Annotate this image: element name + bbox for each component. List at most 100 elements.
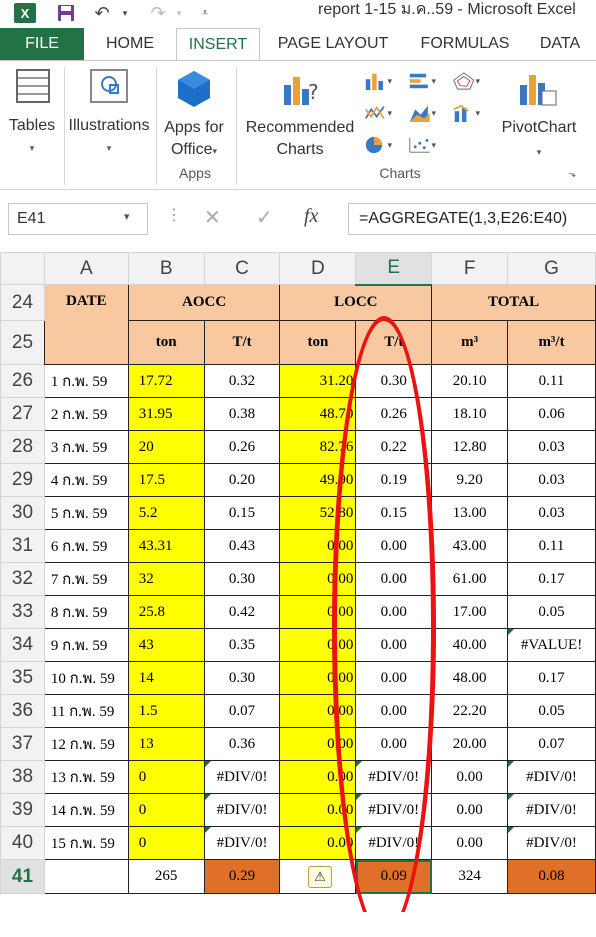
table-cell-g[interactable]: #DIV/0! [507, 760, 596, 794]
total-header[interactable]: TOTAL [431, 284, 596, 321]
table-cell-c[interactable]: 0.07 [203, 694, 281, 728]
table-cell-c[interactable]: #DIV/0! [203, 826, 281, 860]
tab-file[interactable]: FILE [0, 28, 84, 60]
table-cell-c[interactable]: 0.42 [203, 595, 281, 629]
formula-input[interactable]: =AGGREGATE(1,3,E26:E40) [348, 203, 596, 235]
row-header[interactable]: 38 [0, 760, 45, 794]
table-cell-d[interactable]: 0.00 [279, 628, 357, 662]
column-header[interactable]: G [507, 252, 596, 285]
locc-ratio-header[interactable]: T/t [355, 320, 433, 365]
table-cell-a[interactable]: 12 ก.พ. 59 [43, 727, 129, 761]
table-cell-g[interactable]: 0.07 [507, 727, 596, 761]
table-cell-d[interactable]: 0.00 [279, 727, 357, 761]
redo-dropdown-icon[interactable]: ▾ [174, 2, 184, 24]
column-chart-icon[interactable]: ▾ [364, 69, 392, 93]
table-cell-a[interactable]: 4 ก.พ. 59 [43, 463, 129, 497]
table-cell-c[interactable]: 0.32 [203, 364, 281, 398]
table-cell-e[interactable]: 0.00 [355, 727, 433, 761]
table-cell-e[interactable]: 0.26 [355, 397, 433, 431]
table-cell-e[interactable]: #DIV/0! [355, 826, 433, 860]
table-cell-b[interactable]: 20 [127, 430, 205, 464]
locc-ton-header[interactable]: ton [279, 320, 357, 365]
table-cell-f[interactable]: 40.00 [431, 628, 509, 662]
undo-dropdown-icon[interactable]: ▾ [120, 2, 130, 24]
table-cell-b[interactable]: 31.95 [127, 397, 205, 431]
tables-button[interactable]: Tables ▾ [2, 61, 62, 161]
table-cell-g[interactable]: 0.17 [507, 562, 596, 596]
table-cell-c[interactable]: 0.35 [203, 628, 281, 662]
total-cell-a[interactable] [43, 859, 129, 894]
row-header[interactable]: 37 [0, 727, 45, 761]
table-cell-a[interactable]: 7 ก.พ. 59 [43, 562, 129, 596]
pie-chart-icon[interactable]: ▾ [364, 133, 392, 157]
row-header[interactable]: 36 [0, 694, 45, 728]
table-cell-e[interactable]: 0.00 [355, 661, 433, 695]
table-cell-e[interactable]: 0.00 [355, 529, 433, 563]
table-cell-g[interactable]: 0.05 [507, 595, 596, 629]
total-cell-b[interactable]: 265 [127, 859, 205, 894]
table-cell-e[interactable]: 0.00 [355, 562, 433, 596]
table-cell-g[interactable]: #DIV/0! [507, 793, 596, 827]
column-header[interactable]: E [355, 252, 433, 286]
undo-icon[interactable]: ↶ [92, 2, 112, 24]
table-cell-a[interactable]: 1 ก.พ. 59 [43, 364, 129, 398]
table-cell-b[interactable]: 43.31 [127, 529, 205, 563]
table-cell-a[interactable]: 8 ก.พ. 59 [43, 595, 129, 629]
table-cell-d[interactable]: 49.90 [279, 463, 357, 497]
table-cell-g[interactable]: 0.03 [507, 496, 596, 530]
table-cell-d[interactable]: 0.00 [279, 694, 357, 728]
table-cell-f[interactable]: 0.00 [431, 760, 509, 794]
chevron-down-icon[interactable]: ▾ [124, 210, 130, 223]
table-cell-b[interactable]: 43 [127, 628, 205, 662]
table-cell-d[interactable]: 48.70 [279, 397, 357, 431]
table-cell-f[interactable]: 20.00 [431, 727, 509, 761]
table-cell-f[interactable]: 0.00 [431, 793, 509, 827]
table-cell-b[interactable]: 1.5 [127, 694, 205, 728]
table-cell-f[interactable]: 17.00 [431, 595, 509, 629]
illustrations-button[interactable]: Illustrations ▾ [64, 61, 154, 161]
table-cell-b[interactable]: 32 [127, 562, 205, 596]
row-header[interactable]: 24 [0, 284, 45, 321]
table-cell-c[interactable]: 0.30 [203, 661, 281, 695]
table-cell-f[interactable]: 13.00 [431, 496, 509, 530]
insert-function-icon[interactable]: fx [304, 205, 318, 228]
row-header[interactable]: 40 [0, 826, 45, 860]
total-volume-header[interactable]: m³ [431, 320, 509, 365]
table-cell-a[interactable]: 14 ก.พ. 59 [43, 793, 129, 827]
table-cell-e[interactable]: #DIV/0! [355, 793, 433, 827]
table-cell-e[interactable]: #DIV/0! [355, 760, 433, 794]
table-cell-f[interactable]: 18.10 [431, 397, 509, 431]
table-cell-b[interactable]: 0 [127, 760, 205, 794]
table-cell-a[interactable]: 2 ก.พ. 59 [43, 397, 129, 431]
row-header[interactable]: 27 [0, 397, 45, 431]
tab-formulas[interactable]: FORMULAS [410, 28, 520, 60]
table-cell-d[interactable]: 0.00 [279, 529, 357, 563]
table-cell-a[interactable]: 6 ก.พ. 59 [43, 529, 129, 563]
table-cell-c[interactable]: 0.15 [203, 496, 281, 530]
tab-home[interactable]: HOME [84, 28, 176, 60]
bar-chart-icon[interactable]: ▾ [408, 69, 436, 93]
table-cell-g[interactable]: 0.06 [507, 397, 596, 431]
column-header[interactable]: D [279, 252, 357, 285]
row-header[interactable]: 39 [0, 793, 45, 827]
error-warning-icon[interactable]: ⚠ [308, 866, 332, 888]
total-cell-c[interactable]: 0.29 [203, 859, 281, 894]
table-cell-e[interactable]: 0.00 [355, 595, 433, 629]
combo-chart-icon[interactable]: ▾ [452, 101, 480, 125]
table-cell-d[interactable]: 82.76 [279, 430, 357, 464]
total-cell-g[interactable]: 0.08 [507, 859, 596, 894]
table-cell-g[interactable]: 0.11 [507, 529, 596, 563]
table-cell-c[interactable]: #DIV/0! [203, 793, 281, 827]
aocc-header[interactable]: AOCC [127, 284, 281, 321]
table-cell-f[interactable]: 22.20 [431, 694, 509, 728]
apps-for-office-button[interactable]: Apps for Office▾ [158, 61, 230, 161]
table-cell-d[interactable]: 0.00 [279, 595, 357, 629]
row-header[interactable]: 33 [0, 595, 45, 629]
table-cell-f[interactable]: 20.10 [431, 364, 509, 398]
table-cell-a[interactable]: 5 ก.พ. 59 [43, 496, 129, 530]
table-cell-a[interactable]: 15 ก.พ. 59 [43, 826, 129, 860]
column-header[interactable]: F [431, 252, 509, 285]
table-cell-f[interactable]: 48.00 [431, 661, 509, 695]
table-cell-b[interactable]: 0 [127, 793, 205, 827]
line-chart-icon[interactable]: ▾ [364, 101, 392, 125]
